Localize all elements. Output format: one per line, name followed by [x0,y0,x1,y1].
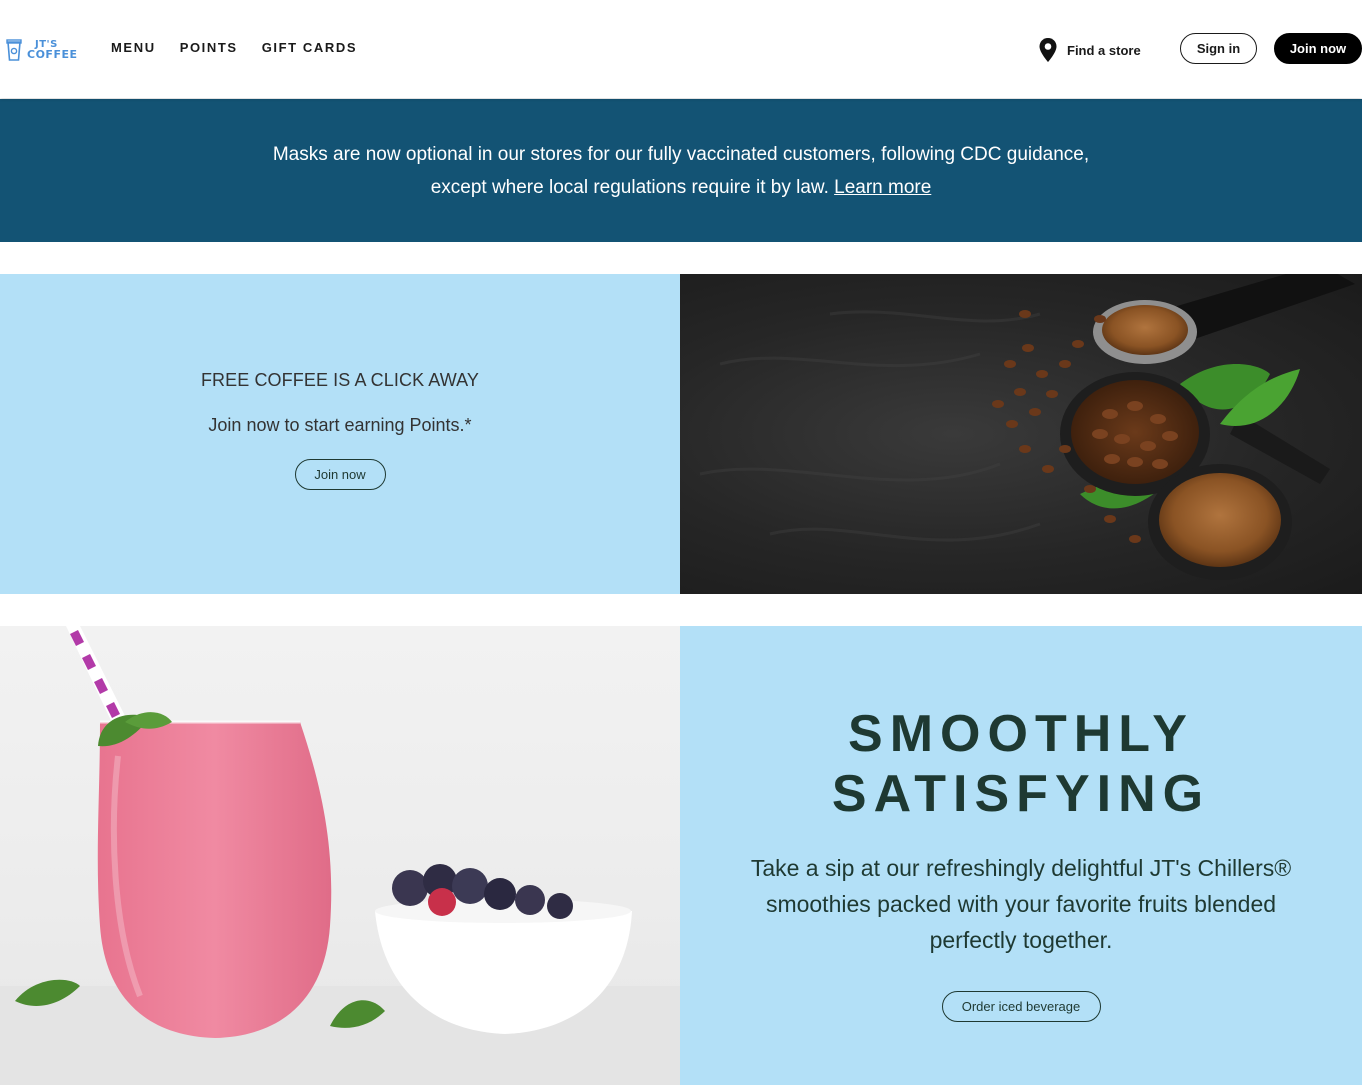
announcement-banner: Masks are now optional in our stores for… [0,99,1362,242]
coffee-beans-illustration [699,274,1355,580]
promo-join-now-button[interactable]: Join now [294,459,386,490]
sign-in-button[interactable]: Sign in [1180,33,1257,64]
site-header: JT'S COFFEE MENU POINTS GIFT CARDS Find … [0,0,1362,98]
main-nav: MENU POINTS GIFT CARDS [111,40,381,55]
smoothie-image [0,626,680,1085]
smoothie-promo: SMOOTHLY SATISFYING Take a sip at our re… [680,626,1362,1085]
logo-line-2: COFFEE [27,48,78,61]
coffee-beans-image [680,274,1362,594]
nav-gift-cards[interactable]: GIFT CARDS [262,40,357,55]
points-promo: FREE COFFEE IS A CLICK AWAY Join now to … [0,274,680,594]
find-store-link[interactable]: Find a store [1038,37,1141,63]
nav-menu[interactable]: MENU [111,40,156,55]
points-promo-heading: FREE COFFEE IS A CLICK AWAY [200,370,480,390]
smoothie-promo-body: Take a sip at our refreshingly delightfu… [750,855,1292,953]
smoothie-promo-title: SMOOTHLY SATISFYING [832,704,1210,824]
smoothie-title-line-1: SMOOTHLY [848,705,1194,763]
nav-points[interactable]: POINTS [180,40,238,55]
logo-wordmark: JT'S COFFEE [27,40,78,61]
find-store-label: Find a store [1067,42,1141,58]
banner-line-2-text: except where local regulations require i… [430,176,829,198]
map-pin-icon [1039,38,1057,62]
smoothie-illustration [0,626,680,1085]
coffee-cup-icon [6,39,22,61]
banner-line-2: except where local regulations require i… [431,171,932,204]
order-iced-beverage-button[interactable]: Order iced beverage [941,991,1101,1022]
join-now-button[interactable]: Join now [1274,33,1362,64]
banner-line-1: Masks are now optional in our stores for… [272,143,1090,165]
logo[interactable]: JT'S COFFEE [6,37,82,63]
learn-more-link[interactable]: Learn more [834,177,931,198]
smoothie-title-line-2: SATISFYING [831,765,1211,823]
points-promo-subtext: Join now to start earning Points.* [208,415,472,435]
